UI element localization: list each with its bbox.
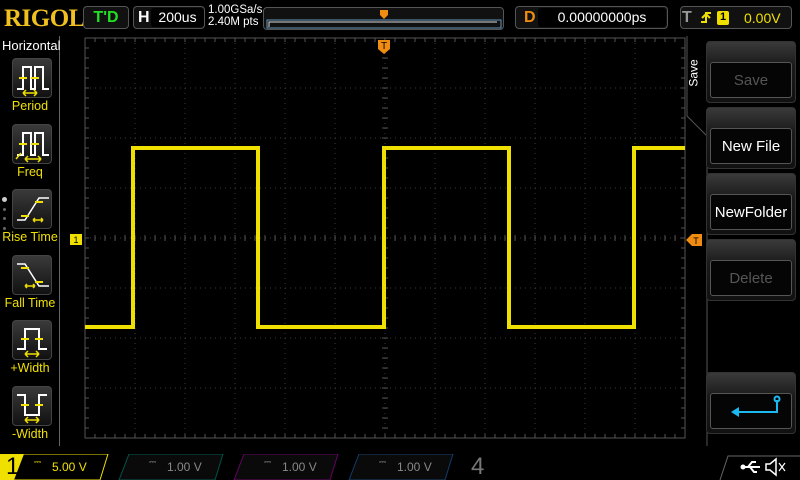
page-dot-active	[2, 197, 7, 202]
acquisition-info: 1.00GSa/s 2.40M pts	[208, 4, 262, 28]
measure-period-button[interactable]	[12, 58, 52, 98]
measure-label: Fall Time	[4, 295, 56, 310]
sample-rate: 1.00GSa/s	[208, 4, 263, 16]
page-dot	[3, 217, 6, 220]
timebase-box[interactable]: H 200us	[133, 6, 205, 29]
channel-number: 4	[471, 453, 485, 480]
dc-coupling-icon: ⎓	[149, 457, 157, 467]
delete-button[interactable]: Delete	[706, 239, 796, 301]
save-menu: Save Save New File NewFolder Delete	[686, 36, 800, 446]
page-dot	[3, 208, 6, 211]
menu-title: Horizontal	[2, 38, 61, 53]
rigol-logo: RIGOL	[4, 5, 85, 32]
measure--width-button[interactable]	[12, 320, 52, 360]
negative-width-icon	[17, 393, 47, 424]
measure-label: -Width	[11, 426, 49, 441]
channel-bar: 1 ⎓ 5.00 V 2 ⎓ 1.00 V 3 ⎓ 1.00 V 4 ⎓ 1.0…	[0, 454, 800, 480]
fall-time-icon	[17, 262, 49, 289]
measure-label: Freq	[17, 164, 43, 179]
horizontal-label: H	[138, 9, 150, 26]
run-status[interactable]: T'D	[83, 6, 129, 29]
overview-wave	[266, 10, 502, 29]
dc-coupling-icon: ⎓	[34, 457, 42, 467]
measure-label: Period	[11, 99, 49, 113]
trigger-box[interactable]: T 1 0.00V	[680, 6, 792, 29]
waveform-display[interactable]: 1 T T	[62, 36, 702, 448]
channel-3-button[interactable]: 3 ⎓ 1.00 V	[230, 454, 369, 480]
usb-icon	[740, 461, 760, 473]
measure--width-button[interactable]	[12, 385, 52, 426]
memory-depth: 2.40M pts	[208, 16, 259, 28]
timebase-value: 200us	[151, 8, 204, 27]
trigger-source: 1	[717, 11, 729, 25]
trigger-position-icon	[380, 10, 388, 19]
svg-text:1: 1	[73, 235, 78, 245]
channel-number: 1	[6, 453, 20, 480]
measure-rise-time-button[interactable]	[12, 189, 52, 229]
measure-label: +Width	[10, 361, 50, 375]
channel-scale: 5.00 V	[52, 460, 87, 474]
newfolder-button[interactable]: NewFolder	[706, 173, 796, 235]
trigger-position-marker: T	[378, 40, 390, 54]
measure-fall-time-button[interactable]	[12, 254, 52, 295]
speaker-muted-icon[interactable]	[764, 457, 786, 477]
measure-label: Rise Time	[2, 230, 58, 244]
positive-width-icon	[17, 328, 47, 358]
return-icon	[731, 395, 781, 417]
measure-freq-button[interactable]	[12, 123, 52, 164]
channel-2-button[interactable]: 2 ⎓ 1.00 V	[115, 454, 254, 480]
svg-text:T: T	[381, 41, 387, 52]
channel-scale: 1.00 V	[397, 460, 432, 474]
page-dot	[3, 227, 6, 230]
channel-scale: 1.00 V	[167, 460, 202, 474]
new-file-button[interactable]: New File	[706, 107, 796, 169]
waveform-overview[interactable]	[263, 7, 504, 30]
return-button[interactable]	[706, 372, 796, 434]
save-button[interactable]: Save	[706, 41, 796, 103]
dc-coupling-icon: ⎓	[379, 457, 387, 467]
period-icon	[17, 66, 49, 97]
rise-time-icon	[17, 197, 49, 223]
horizontal-measure-menu: Horizontal Period Freq Rise Time Fall Time +…	[0, 36, 61, 446]
dc-coupling-icon: ⎓	[264, 457, 272, 467]
frequency-icon	[15, 131, 49, 163]
channel-1-button[interactable]: 1 ⎓ 5.00 V	[0, 454, 112, 480]
delay-label: D	[524, 9, 536, 26]
delay-box[interactable]: D 0.00000000ps	[515, 6, 668, 29]
trigger-label: T	[682, 9, 692, 26]
channel-4-button[interactable]: 4 ⎓ 1.00 V	[345, 454, 484, 480]
rising-edge-icon	[701, 12, 711, 23]
menu-title: Save	[686, 59, 701, 87]
channel-scale: 1.00 V	[282, 460, 317, 474]
delay-value: 0.00000000ps	[538, 8, 666, 27]
trigger-level: 0.00V	[744, 10, 781, 26]
channel1-marker: 1	[70, 234, 82, 245]
